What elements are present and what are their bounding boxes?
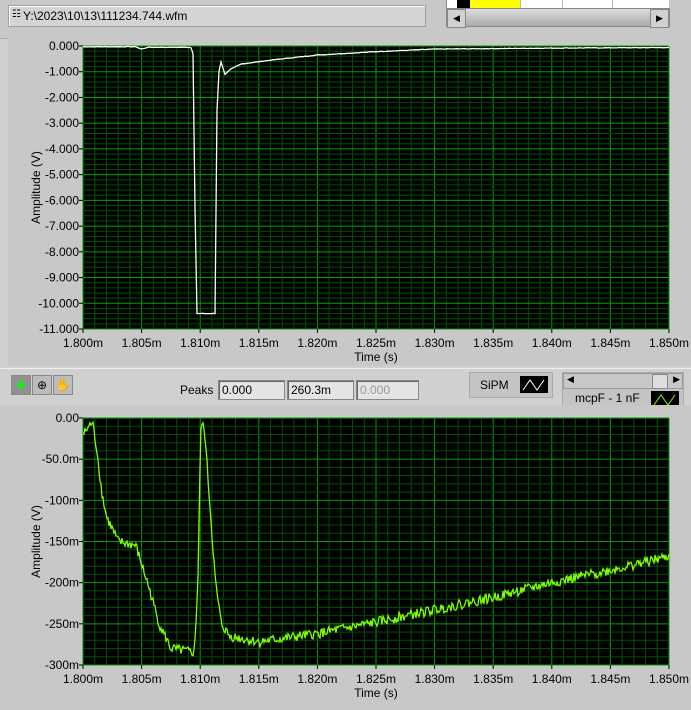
legend-sipm[interactable]: SiPM xyxy=(469,372,553,398)
table-cell xyxy=(457,0,471,8)
cursor-tool-icon[interactable]: ✚ xyxy=(11,375,31,395)
graph-toolbar: ✚ ⊕ ✋ Peaks 0.000 260.3m 0.000 SiPM ◀ ▶ … xyxy=(0,368,691,408)
file-path-text: Y:\2023\10\13\111234.744.wfm xyxy=(23,9,188,23)
pan-hand-icon[interactable]: ✋ xyxy=(53,375,73,395)
peak-field-1[interactable]: 0.000 xyxy=(218,380,285,400)
legend-scrollbar[interactable]: ◀ ▶ xyxy=(563,373,683,389)
scroll-left-icon[interactable]: ◀ xyxy=(567,374,574,385)
scroll-right-icon[interactable]: ▶ xyxy=(673,374,680,385)
legend-sipm-swatch-icon xyxy=(520,376,548,393)
zoom-tool-icon[interactable]: ⊕ xyxy=(32,375,52,395)
file-path-field[interactable]: ☷ Y:\2023\10\13\111234.744.wfm xyxy=(8,5,426,27)
path-icon: ☷ xyxy=(12,9,21,20)
table-cell xyxy=(562,0,613,8)
peak-field-3: 0.000 xyxy=(356,380,419,400)
scroll-left-icon[interactable]: ◀ xyxy=(447,9,466,28)
table-horizontal-scrollbar[interactable]: ◀ ▶ xyxy=(446,8,670,28)
file-bar: ☷ Y:\2023\10\13\111234.744.wfm ◀ ▶ xyxy=(0,0,691,39)
legend-sipm-label: SiPM xyxy=(480,378,509,392)
table-cell xyxy=(520,0,563,8)
scroll-right-icon[interactable]: ▶ xyxy=(650,9,669,28)
table-cell xyxy=(470,0,521,8)
mcp-graph-panel xyxy=(0,405,691,710)
peak-field-2[interactable]: 260.3m xyxy=(287,380,354,400)
legend-scroll-area: ◀ ▶ mcpF - 1 nF xyxy=(562,372,684,408)
scroll-thumb[interactable] xyxy=(652,374,668,389)
cursor-table[interactable] xyxy=(446,0,669,8)
legend-mcp-label: mcpF - 1 nF xyxy=(575,391,640,405)
peaks-label-text: Peaks xyxy=(180,383,214,397)
sipm-graph-panel xyxy=(8,38,691,366)
